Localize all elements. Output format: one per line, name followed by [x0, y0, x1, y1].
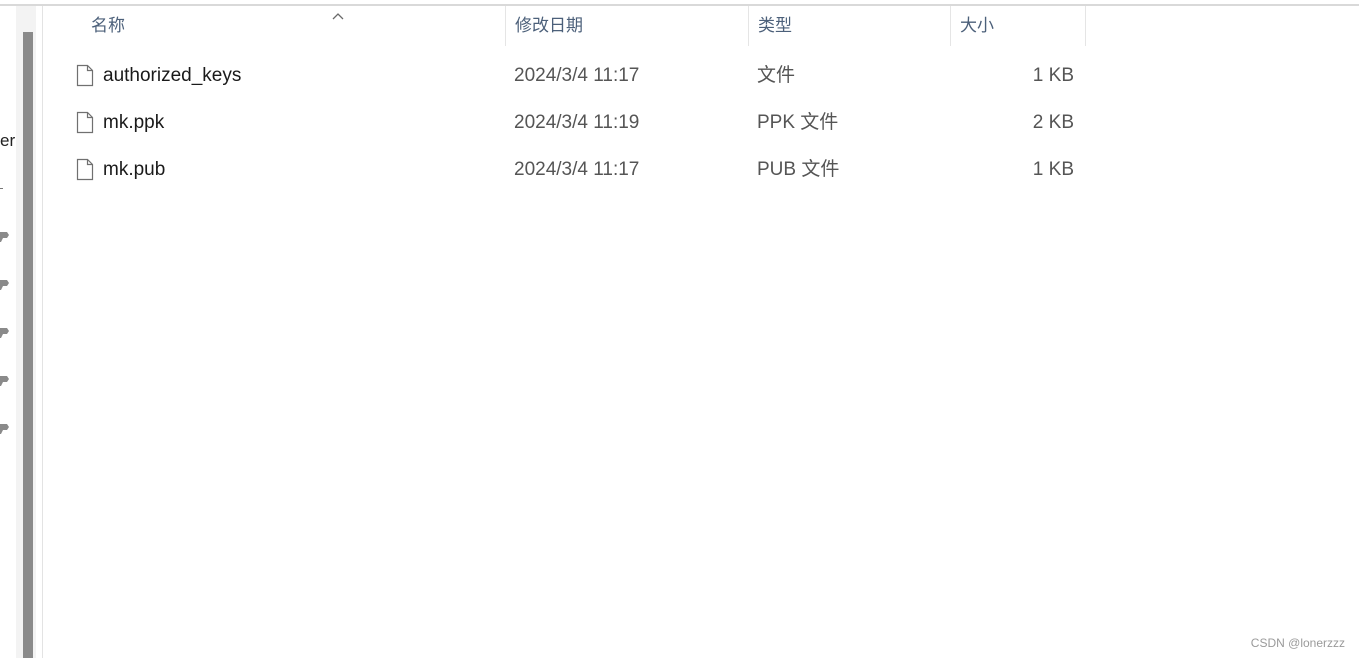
nav-divider: [0, 188, 3, 189]
file-size: 1 KB: [1032, 65, 1074, 86]
nav-scrollbar-thumb[interactable]: [23, 32, 33, 658]
file-row[interactable]: mk.pub 2024/3/4 11:17 PUB 文件 1 KB: [64, 147, 1086, 193]
watermark: CSDN @lonerzzz: [1250, 636, 1345, 650]
column-header-size[interactable]: 大小: [950, 6, 1085, 46]
pin-icon[interactable]: [0, 278, 9, 290]
file-modified: 2024/3/4 11:17: [514, 159, 640, 180]
file-icon: [76, 158, 94, 181]
file-modified: 2024/3/4 11:19: [514, 112, 640, 133]
column-header-type[interactable]: 类型: [748, 6, 951, 46]
file-type: PPK 文件: [757, 112, 839, 133]
file-type: PUB 文件: [757, 159, 840, 180]
pin-icon[interactable]: [0, 326, 9, 338]
file-name[interactable]: mk.pub: [103, 147, 165, 193]
file-modified: 2024/3/4 11:17: [514, 65, 640, 86]
sort-up-icon: [332, 13, 344, 20]
pane-divider[interactable]: [42, 6, 43, 658]
file-row[interactable]: mk.ppk 2024/3/4 11:19 PPK 文件 2 KB: [64, 100, 1086, 146]
file-name[interactable]: authorized_keys: [103, 53, 241, 99]
file-size: 2 KB: [1032, 112, 1074, 133]
nav-item-label[interactable]: er: [0, 131, 15, 151]
file-icon: [76, 111, 94, 134]
column-header-modified[interactable]: 修改日期: [505, 6, 748, 46]
column-header-name[interactable]: 名称: [81, 6, 505, 46]
column-header-row: 名称 修改日期 类型 大小: [44, 6, 1086, 46]
file-type: 文件: [757, 65, 796, 86]
pin-icon[interactable]: [0, 374, 9, 386]
file-size: 1 KB: [1032, 159, 1074, 180]
pin-icon[interactable]: [0, 230, 9, 242]
file-row[interactable]: authorized_keys 2024/3/4 11:17 文件 1 KB: [64, 53, 1086, 99]
pin-icon[interactable]: [0, 422, 9, 434]
file-name[interactable]: mk.ppk: [103, 100, 164, 146]
column-separator[interactable]: [1085, 6, 1086, 46]
file-icon: [76, 64, 94, 87]
